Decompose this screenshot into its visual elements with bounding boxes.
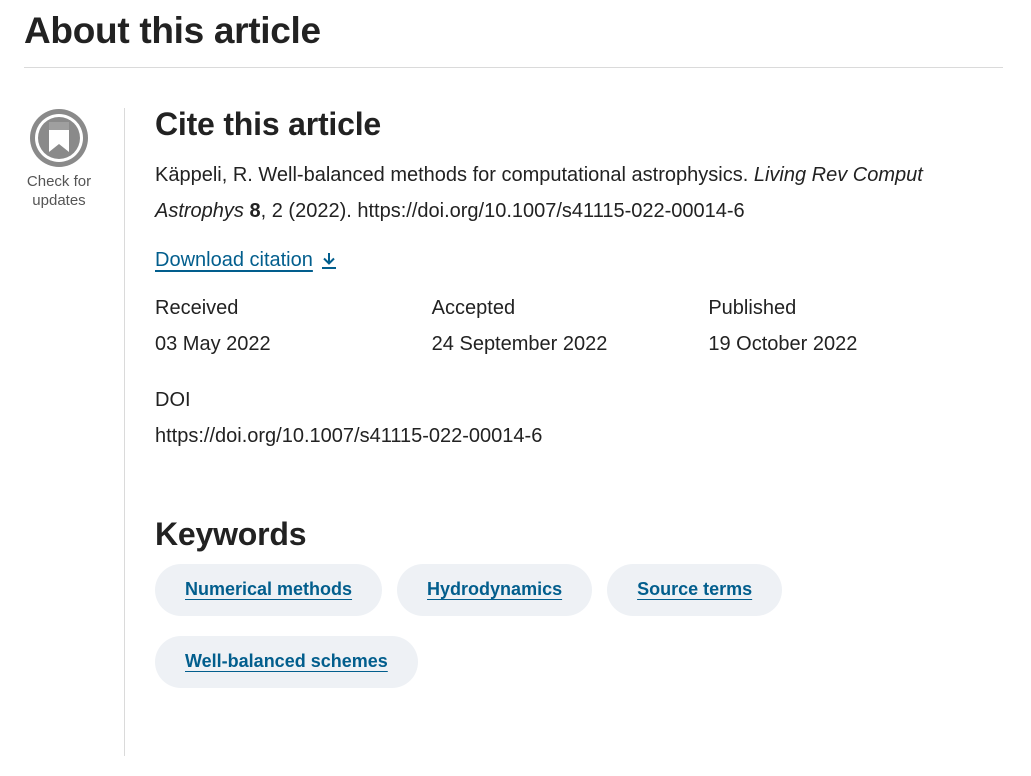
keyword-chip-source-terms[interactable]: Source terms [607, 564, 783, 616]
citation-text: Käppeli, R. Well-balanced methods for co… [155, 157, 985, 229]
download-icon [321, 252, 336, 269]
doi-group: DOI https://doi.org/10.1007/s41115-022-0… [155, 382, 985, 454]
keyword-chip-hydrodynamics[interactable]: Hydrodynamics [397, 564, 593, 616]
download-citation-link[interactable]: Download citation [155, 249, 337, 272]
cite-heading: Cite this article [155, 106, 382, 142]
published-group: Published 19 October 2022 [708, 290, 985, 362]
title-divider [24, 67, 1003, 68]
doi-label: DOI [155, 389, 191, 411]
doi-value: https://doi.org/10.1007/s41115-022-00014… [155, 425, 543, 447]
published-value: 19 October 2022 [708, 333, 858, 355]
accepted-value: 24 September 2022 [431, 333, 608, 355]
download-citation-label: Download citation [155, 249, 313, 271]
check-for-updates-icon [30, 109, 88, 167]
dates-row: Received 03 May 2022 Accepted 24 Septemb… [155, 290, 985, 362]
citation-volume: 8 [249, 200, 261, 222]
citation-issue-doi: , 2 (2022). https://doi.org/10.1007/s411… [260, 200, 745, 222]
badge-text-line2: updates [32, 192, 86, 209]
keywords-heading: Keywords [155, 516, 307, 552]
keyword-chip-numerical-methods[interactable]: Numerical methods [155, 564, 383, 616]
check-for-updates-badge[interactable]: Check for updates [22, 108, 96, 210]
received-value: 03 May 2022 [155, 333, 271, 355]
citation-author-title: Käppeli, R. Well-balanced methods for co… [155, 164, 754, 186]
page-title: About this article [24, 10, 321, 51]
published-label: Published [708, 297, 797, 319]
keyword-list: Numerical methods Hydrodynamics Source t… [155, 564, 835, 708]
badge-text-line1: Check for [26, 173, 92, 190]
received-group: Received 03 May 2022 [155, 290, 432, 362]
received-label: Received [155, 297, 239, 319]
keyword-chip-well-balanced-schemes[interactable]: Well-balanced schemes [155, 636, 418, 688]
accepted-group: Accepted 24 September 2022 [432, 290, 709, 362]
vertical-divider [124, 108, 125, 756]
article-info-panel: Cite this article Käppeli, R. Well-balan… [155, 106, 985, 708]
accepted-label: Accepted [431, 297, 516, 319]
